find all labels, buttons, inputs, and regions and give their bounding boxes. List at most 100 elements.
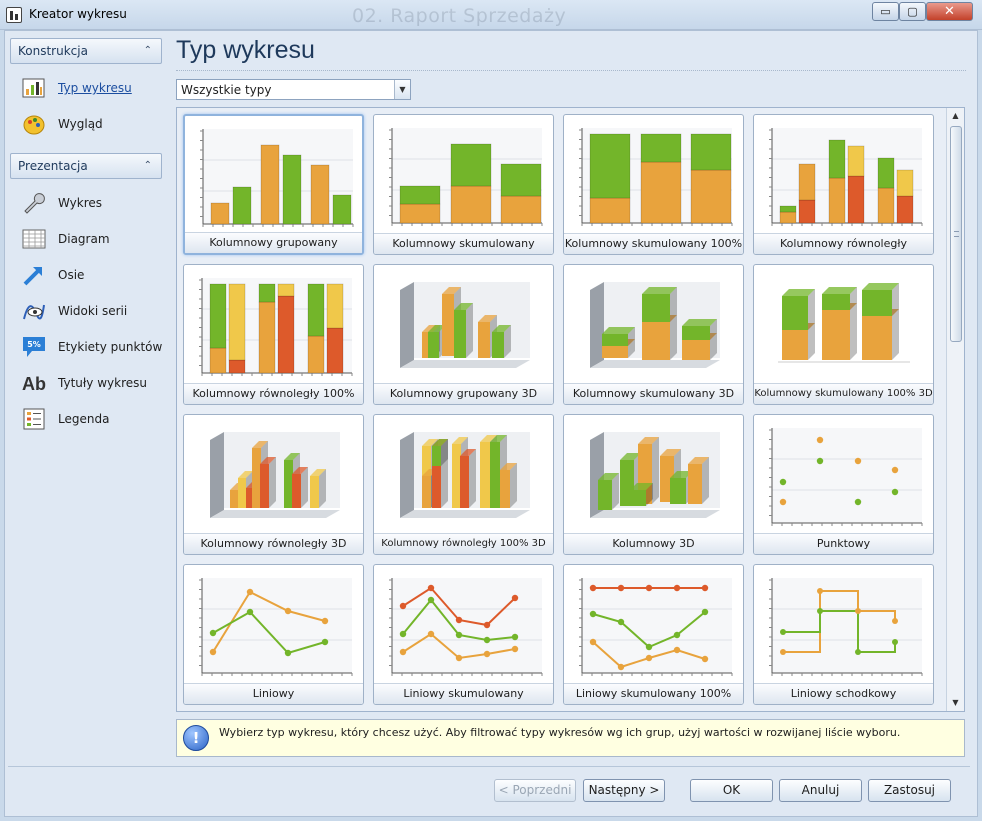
chevron-down-icon[interactable]: ▼ (394, 80, 410, 99)
sidebar-item-etykiety-punktow[interactable]: 5% Etykiety punktów (18, 333, 168, 361)
ok-button[interactable]: OK (690, 779, 773, 802)
chart-thumbnail (199, 578, 353, 676)
chart-thumbnail (590, 432, 720, 518)
chart-type-label: Kolumnowy skumulowany 100% (564, 233, 743, 254)
window-title: Kreator wykresu (29, 7, 127, 21)
sidebar-item-widoki-serii[interactable]: Widoki serii (18, 297, 168, 325)
chart-thumbnail (778, 283, 910, 363)
chart-type-tile[interactable]: Liniowy schodkowy (753, 564, 934, 705)
chart-thumbnail (590, 282, 720, 368)
minimize-button[interactable]: ▭ (872, 2, 899, 21)
group-title: Prezentacja (18, 159, 88, 173)
chart-type-tile[interactable]: Kolumnowy równoległy 100% 3D (373, 414, 554, 555)
legend-icon (23, 408, 45, 430)
chart-type-label: Punktowy (754, 533, 933, 554)
sidebar-item-tytuly-wykresu[interactable]: Ab Tytuły wykresu (18, 369, 168, 397)
chart-type-tile[interactable]: Kolumnowy skumulowany 100% 3D (753, 264, 934, 405)
app-icon (6, 7, 22, 23)
scroll-up-arrow[interactable]: ▲ (947, 108, 964, 124)
chart-thumbnail (210, 432, 340, 518)
chart-type-tile[interactable]: Kolumnowy równoległy 100% (183, 264, 364, 405)
chart-thumbnail (579, 578, 733, 676)
chart-type-tile[interactable]: Punktowy (753, 414, 934, 555)
sidebar-item-label: Typ wykresu (58, 81, 132, 95)
chart-type-tile[interactable]: Kolumnowy skumulowany (373, 114, 554, 255)
chart-type-tile[interactable]: Kolumnowy skumulowany 100% (563, 114, 744, 255)
document-title: 02. Raport Sprzedaży (352, 5, 567, 27)
filter-value: Wszystkie typy (181, 83, 272, 97)
sidebar-item-legenda[interactable]: Legenda (18, 405, 168, 433)
chart-thumbnail (389, 128, 543, 226)
grid-icon (22, 229, 46, 249)
chart-type-label: Kolumnowy skumulowany 3D (564, 383, 743, 404)
chart-type-label: Kolumnowy 3D (564, 533, 743, 554)
sidebar-item-typ-wykresu[interactable]: Typ wykresu (18, 74, 168, 102)
chart-type-tile[interactable]: Liniowy skumulowany 100% (563, 564, 744, 705)
chart-thumbnail (400, 432, 530, 518)
chart-thumbnail (400, 282, 530, 368)
sidebar-item-label: Legenda (58, 412, 110, 426)
hint-panel: ! Wybierz typ wykresu, który chcesz użyć… (176, 719, 965, 757)
previous-button[interactable]: < Poprzedni (494, 779, 576, 802)
group-prezentacja[interactable]: Prezentacja ⌃ (10, 153, 162, 179)
apply-button[interactable]: Zastosuj (868, 779, 951, 802)
sidebar-item-label: Wygląd (58, 117, 103, 131)
chart-thumbnail (769, 578, 923, 676)
scroll-grip (954, 231, 959, 237)
chart-type-gallery: Kolumnowy grupowany Kolumnowy skumulowany… (176, 107, 965, 712)
title-bar: Kreator wykresu 02. Raport Sprzedaży ▭ ▢… (0, 0, 982, 30)
collapse-icon[interactable]: ⌃ (144, 39, 152, 63)
chart-type-tile[interactable]: Kolumnowy równoległy 3D (183, 414, 364, 555)
gallery-scrollbar[interactable]: ▲ ▼ (946, 108, 964, 711)
chart-type-label: Kolumnowy równoległy 100% (184, 383, 363, 404)
info-icon: ! (183, 725, 209, 751)
wrench-icon (24, 193, 45, 214)
chart-type-icon (22, 78, 45, 98)
next-button[interactable]: Następny > (583, 779, 665, 802)
footer-divider (8, 766, 970, 767)
chart-type-label: Liniowy (184, 683, 363, 704)
chart-type-label: Kolumnowy równoległy 100% 3D (374, 533, 553, 554)
chart-type-tile[interactable]: Kolumnowy równoległy (753, 114, 934, 255)
chart-type-tile[interactable]: Liniowy (183, 564, 364, 705)
sidebar-item-wykres[interactable]: Wykres (18, 189, 168, 217)
close-button[interactable]: ✕ (926, 2, 973, 21)
chart-thumbnail (200, 129, 354, 227)
chart-type-tile[interactable]: Kolumnowy grupowany 3D (373, 264, 554, 405)
chart-type-filter-select[interactable]: Wszystkie typy ▼ (176, 79, 411, 100)
chart-type-label: Liniowy skumulowany (374, 683, 553, 704)
point-label-icon-text: 5% (27, 340, 41, 349)
sidebar-item-label: Widoki serii (58, 304, 128, 318)
chart-type-label: Kolumnowy skumulowany (374, 233, 553, 254)
group-konstrukcja[interactable]: Konstrukcja ⌃ (10, 38, 162, 64)
sidebar-item-label: Diagram (58, 232, 110, 246)
chart-thumbnail (769, 128, 923, 226)
sidebar-item-diagram[interactable]: Diagram (18, 225, 168, 253)
palette-icon (23, 115, 45, 135)
sidebar-item-label: Osie (58, 268, 85, 282)
chart-type-tile[interactable]: Kolumnowy skumulowany 3D (563, 264, 744, 405)
series-view-icon (23, 304, 45, 320)
page-title: Typ wykresu (176, 36, 315, 64)
chart-thumbnail (579, 128, 733, 226)
chart-type-tile[interactable]: Kolumnowy 3D (563, 414, 744, 555)
sidebar-item-label: Wykres (58, 196, 103, 210)
cancel-button[interactable]: Anuluj (779, 779, 862, 802)
hint-text: Wybierz typ wykresu, który chcesz użyć. … (219, 726, 901, 739)
chart-type-label: Kolumnowy równoległy 3D (184, 533, 363, 554)
title-ab-icon: Ab (22, 374, 46, 394)
maximize-button[interactable]: ▢ (899, 2, 926, 21)
scroll-down-arrow[interactable]: ▼ (947, 695, 964, 711)
collapse-icon[interactable]: ⌃ (144, 154, 152, 178)
sidebar-item-osie[interactable]: Osie (18, 261, 168, 289)
chart-type-label: Kolumnowy grupowany (185, 232, 362, 253)
group-title: Konstrukcja (18, 44, 88, 58)
sidebar-item-label: Etykiety punktów (58, 340, 163, 354)
chart-type-tile[interactable]: Liniowy skumulowany (373, 564, 554, 705)
chart-type-label: Kolumnowy skumulowany 100% 3D (754, 383, 933, 404)
chart-type-label: Liniowy schodkowy (754, 683, 933, 704)
sidebar-item-wyglad[interactable]: Wygląd (18, 110, 168, 138)
chart-type-label: Kolumnowy grupowany 3D (374, 383, 553, 404)
chart-type-tile[interactable]: Kolumnowy grupowany (183, 114, 364, 255)
scroll-thumb[interactable] (950, 126, 962, 342)
